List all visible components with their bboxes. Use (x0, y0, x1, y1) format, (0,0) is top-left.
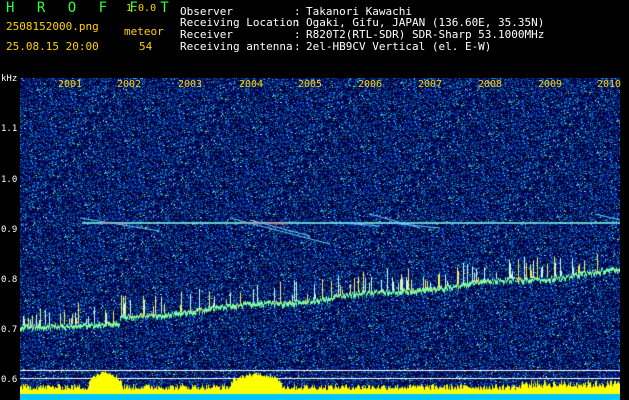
x-tick-label: 2003 (178, 79, 203, 90)
y-tick-label: 1.1 (1, 124, 18, 134)
y-tick-label: 1.0 (1, 175, 18, 185)
y-tick-label: 0.7 (1, 325, 18, 335)
x-tick-label: 2010 (597, 79, 622, 90)
frequency-axis: kHz 1.1 1.0 0.9 0.8 0.7 0.6 (0, 74, 20, 400)
x-tick-label: 2001 (58, 79, 83, 90)
app-version: 1.0.0 (126, 3, 157, 14)
antenna-key: Receiving antenna (180, 40, 293, 53)
x-tick-label: 2002 (117, 79, 142, 90)
spectrogram-canvas (20, 78, 620, 400)
antenna-sep: : (294, 40, 301, 53)
y-tick-label: 0.6 (1, 375, 18, 385)
x-tick-label: 2005 (298, 79, 323, 90)
y-tick-label: 0.9 (1, 225, 18, 235)
antenna-value: 2el-HB9CV Vertical (el. E-W) (306, 40, 492, 53)
x-tick-label: 2006 (358, 79, 383, 90)
x-tick-label: 2008 (478, 79, 503, 90)
x-tick-label: 2009 (538, 79, 563, 90)
header-panel: H R O F F T 1.0.0 2508152000.png meteor … (0, 0, 629, 72)
y-unit-label: kHz (1, 74, 18, 84)
x-tick-label: 2007 (418, 79, 443, 90)
spectrogram-plot (20, 78, 620, 400)
file-name: 2508152000.png (6, 20, 99, 33)
meteor-label: meteor (124, 25, 164, 38)
capture-timestamp: 25.08.15 20:00 (6, 40, 99, 53)
y-tick-label: 0.8 (1, 275, 18, 285)
meteor-count: 54 (139, 40, 153, 53)
x-tick-label: 2004 (239, 79, 264, 90)
